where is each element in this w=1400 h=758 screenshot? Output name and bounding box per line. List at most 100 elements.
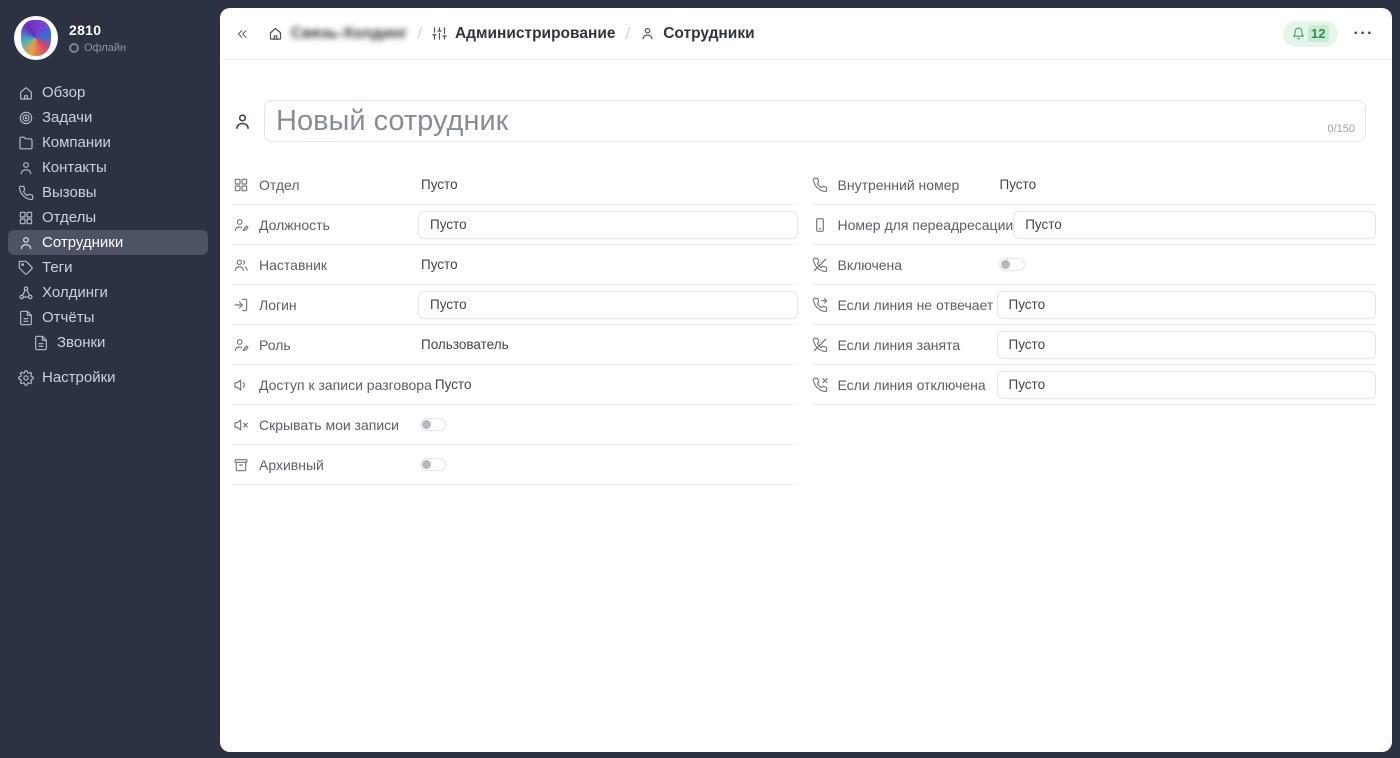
notifications-count: 12 xyxy=(1308,25,1328,42)
notifications-badge[interactable]: 12 xyxy=(1283,21,1337,47)
sidebar-item-employees[interactable]: Сотрудники xyxy=(8,230,208,255)
field-label: Роль xyxy=(259,337,418,353)
record-access-value[interactable]: Пусто xyxy=(432,377,472,392)
sidebar-item-label: Сотрудники xyxy=(42,234,123,251)
main-panel: Связь-Холдинг / Администрирование / Сотр… xyxy=(220,8,1392,752)
sidebar-item-label: Компании xyxy=(42,134,111,151)
row-line-enabled: Включена xyxy=(811,245,1377,285)
row-extension-number: Внутренний номер Пусто xyxy=(811,165,1377,205)
gear-icon xyxy=(18,370,34,386)
breadcrumb-label: Связь-Холдинг xyxy=(291,25,407,43)
sidebar-item-label: Задачи xyxy=(42,109,92,126)
sidebar-item-label: Контакты xyxy=(42,159,107,176)
sidebar-item-contacts[interactable]: Контакты xyxy=(8,155,208,180)
field-label: Если линия отключена xyxy=(838,377,997,393)
user-icon xyxy=(18,160,34,176)
row-department: Отдел Пусто xyxy=(232,165,798,205)
sidebar-item-tasks[interactable]: Задачи xyxy=(8,105,208,130)
role-value[interactable]: Пользователь xyxy=(418,337,509,352)
line-no-answer-input[interactable] xyxy=(997,291,1377,319)
breadcrumb-label: Администрирование xyxy=(455,25,616,43)
breadcrumb-label: Сотрудники xyxy=(663,25,754,43)
mentor-value[interactable]: Пусто xyxy=(418,257,458,272)
row-forward-number: Номер для переадресации xyxy=(811,205,1377,245)
sidebar-item-companies[interactable]: Компании xyxy=(8,130,208,155)
employee-name-input[interactable] xyxy=(264,100,1366,142)
document-icon xyxy=(18,310,34,326)
avatar-image xyxy=(21,20,51,56)
toggle-knob xyxy=(422,460,431,469)
field-label: Если линия занята xyxy=(838,337,997,353)
breadcrumb-administration[interactable]: Администрирование xyxy=(432,25,616,43)
field-label: Должность xyxy=(259,217,418,233)
row-line-disabled: Если линия отключена xyxy=(811,365,1377,405)
row-line-no-answer: Если линия не отвечает xyxy=(811,285,1377,325)
login-input[interactable] xyxy=(418,291,798,319)
field-label: Наставник xyxy=(259,257,418,273)
sidebar-item-departments[interactable]: Отделы xyxy=(8,205,208,230)
breadcrumb-holding[interactable]: Связь-Холдинг xyxy=(268,25,407,43)
field-label: Включена xyxy=(838,257,997,273)
sidebar-item-label: Вызовы xyxy=(42,184,97,201)
grid-icon xyxy=(18,210,34,226)
home-icon xyxy=(268,26,283,41)
department-value[interactable]: Пусто xyxy=(418,177,458,192)
sidebar-item-tags[interactable]: Теги xyxy=(8,255,208,280)
sidebar-item-settings[interactable]: Настройки xyxy=(8,365,208,390)
form-right-column: Внутренний номер Пусто Номер для переадр… xyxy=(811,165,1377,405)
breadcrumb-separator: / xyxy=(625,24,630,44)
user-icon xyxy=(18,235,34,251)
form-left-column: Отдел Пусто Должность Наставник Пусто Ло… xyxy=(232,165,798,485)
collapse-sidebar-button[interactable] xyxy=(234,26,250,42)
phone-forward-icon xyxy=(812,297,828,313)
user-status-label: Офлайн xyxy=(84,42,126,54)
employee-form: Отдел Пусто Должность Наставник Пусто Ло… xyxy=(220,165,1392,485)
row-role: Роль Пользователь xyxy=(232,325,798,365)
breadcrumb: Связь-Холдинг / Администрирование / Сотр… xyxy=(268,24,755,44)
field-label: Скрывать мои записи xyxy=(259,417,418,433)
position-input[interactable] xyxy=(418,211,798,239)
toggle-knob xyxy=(422,420,431,429)
field-label: Доступ к записи разговора xyxy=(259,377,432,393)
avatar xyxy=(14,16,58,60)
phone-x-icon xyxy=(812,377,828,393)
char-counter: 0/150 xyxy=(1327,123,1355,135)
user-block[interactable]: 2810 Офлайн xyxy=(0,0,220,72)
volume-x-icon xyxy=(233,417,249,433)
forward-number-input[interactable] xyxy=(1013,211,1376,239)
sidebar-item-label: Теги xyxy=(42,259,73,276)
line-disabled-input[interactable] xyxy=(997,371,1377,399)
sidebar-item-holdings[interactable]: Холдинги xyxy=(8,280,208,305)
sidebar: 2810 Офлайн Обзор Задачи Компании Контак… xyxy=(0,0,220,758)
row-mentor: Наставник Пусто xyxy=(232,245,798,285)
toggle-knob xyxy=(1001,260,1010,269)
title-row: 0/150 xyxy=(220,60,1392,142)
sidebar-item-reports[interactable]: Отчёты xyxy=(8,305,208,330)
breadcrumb-separator: / xyxy=(417,24,422,44)
archived-toggle[interactable] xyxy=(420,458,446,471)
grid-icon xyxy=(233,177,249,193)
row-record-access: Доступ к записи разговора Пусто xyxy=(232,365,798,405)
user-pen-icon xyxy=(233,217,249,233)
sidebar-item-label: Обзор xyxy=(42,84,85,101)
sliders-icon xyxy=(432,26,447,41)
phone-off-icon xyxy=(812,257,828,273)
hide-records-toggle[interactable] xyxy=(420,418,446,431)
row-archived: Архивный xyxy=(232,445,798,485)
phone-off-icon xyxy=(812,337,828,353)
sidebar-item-calls[interactable]: Вызовы xyxy=(8,180,208,205)
line-busy-input[interactable] xyxy=(997,331,1377,359)
more-menu-button[interactable]: ··· xyxy=(1354,29,1374,39)
sidebar-item-overview[interactable]: Обзор xyxy=(8,80,208,105)
extension-number-value[interactable]: Пусто xyxy=(997,177,1037,192)
row-line-busy: Если линия занята xyxy=(811,325,1377,365)
bell-icon xyxy=(1292,27,1305,40)
login-icon xyxy=(233,297,249,313)
target-icon xyxy=(18,110,34,126)
breadcrumb-employees[interactable]: Сотрудники xyxy=(640,25,754,43)
sidebar-item-label: Холдинги xyxy=(42,284,108,301)
sidebar-item-reports-calls[interactable]: Звонки xyxy=(8,330,208,355)
user-status: Офлайн xyxy=(69,42,126,54)
field-label: Номер для переадресации xyxy=(838,217,1014,233)
line-enabled-toggle[interactable] xyxy=(999,258,1025,271)
